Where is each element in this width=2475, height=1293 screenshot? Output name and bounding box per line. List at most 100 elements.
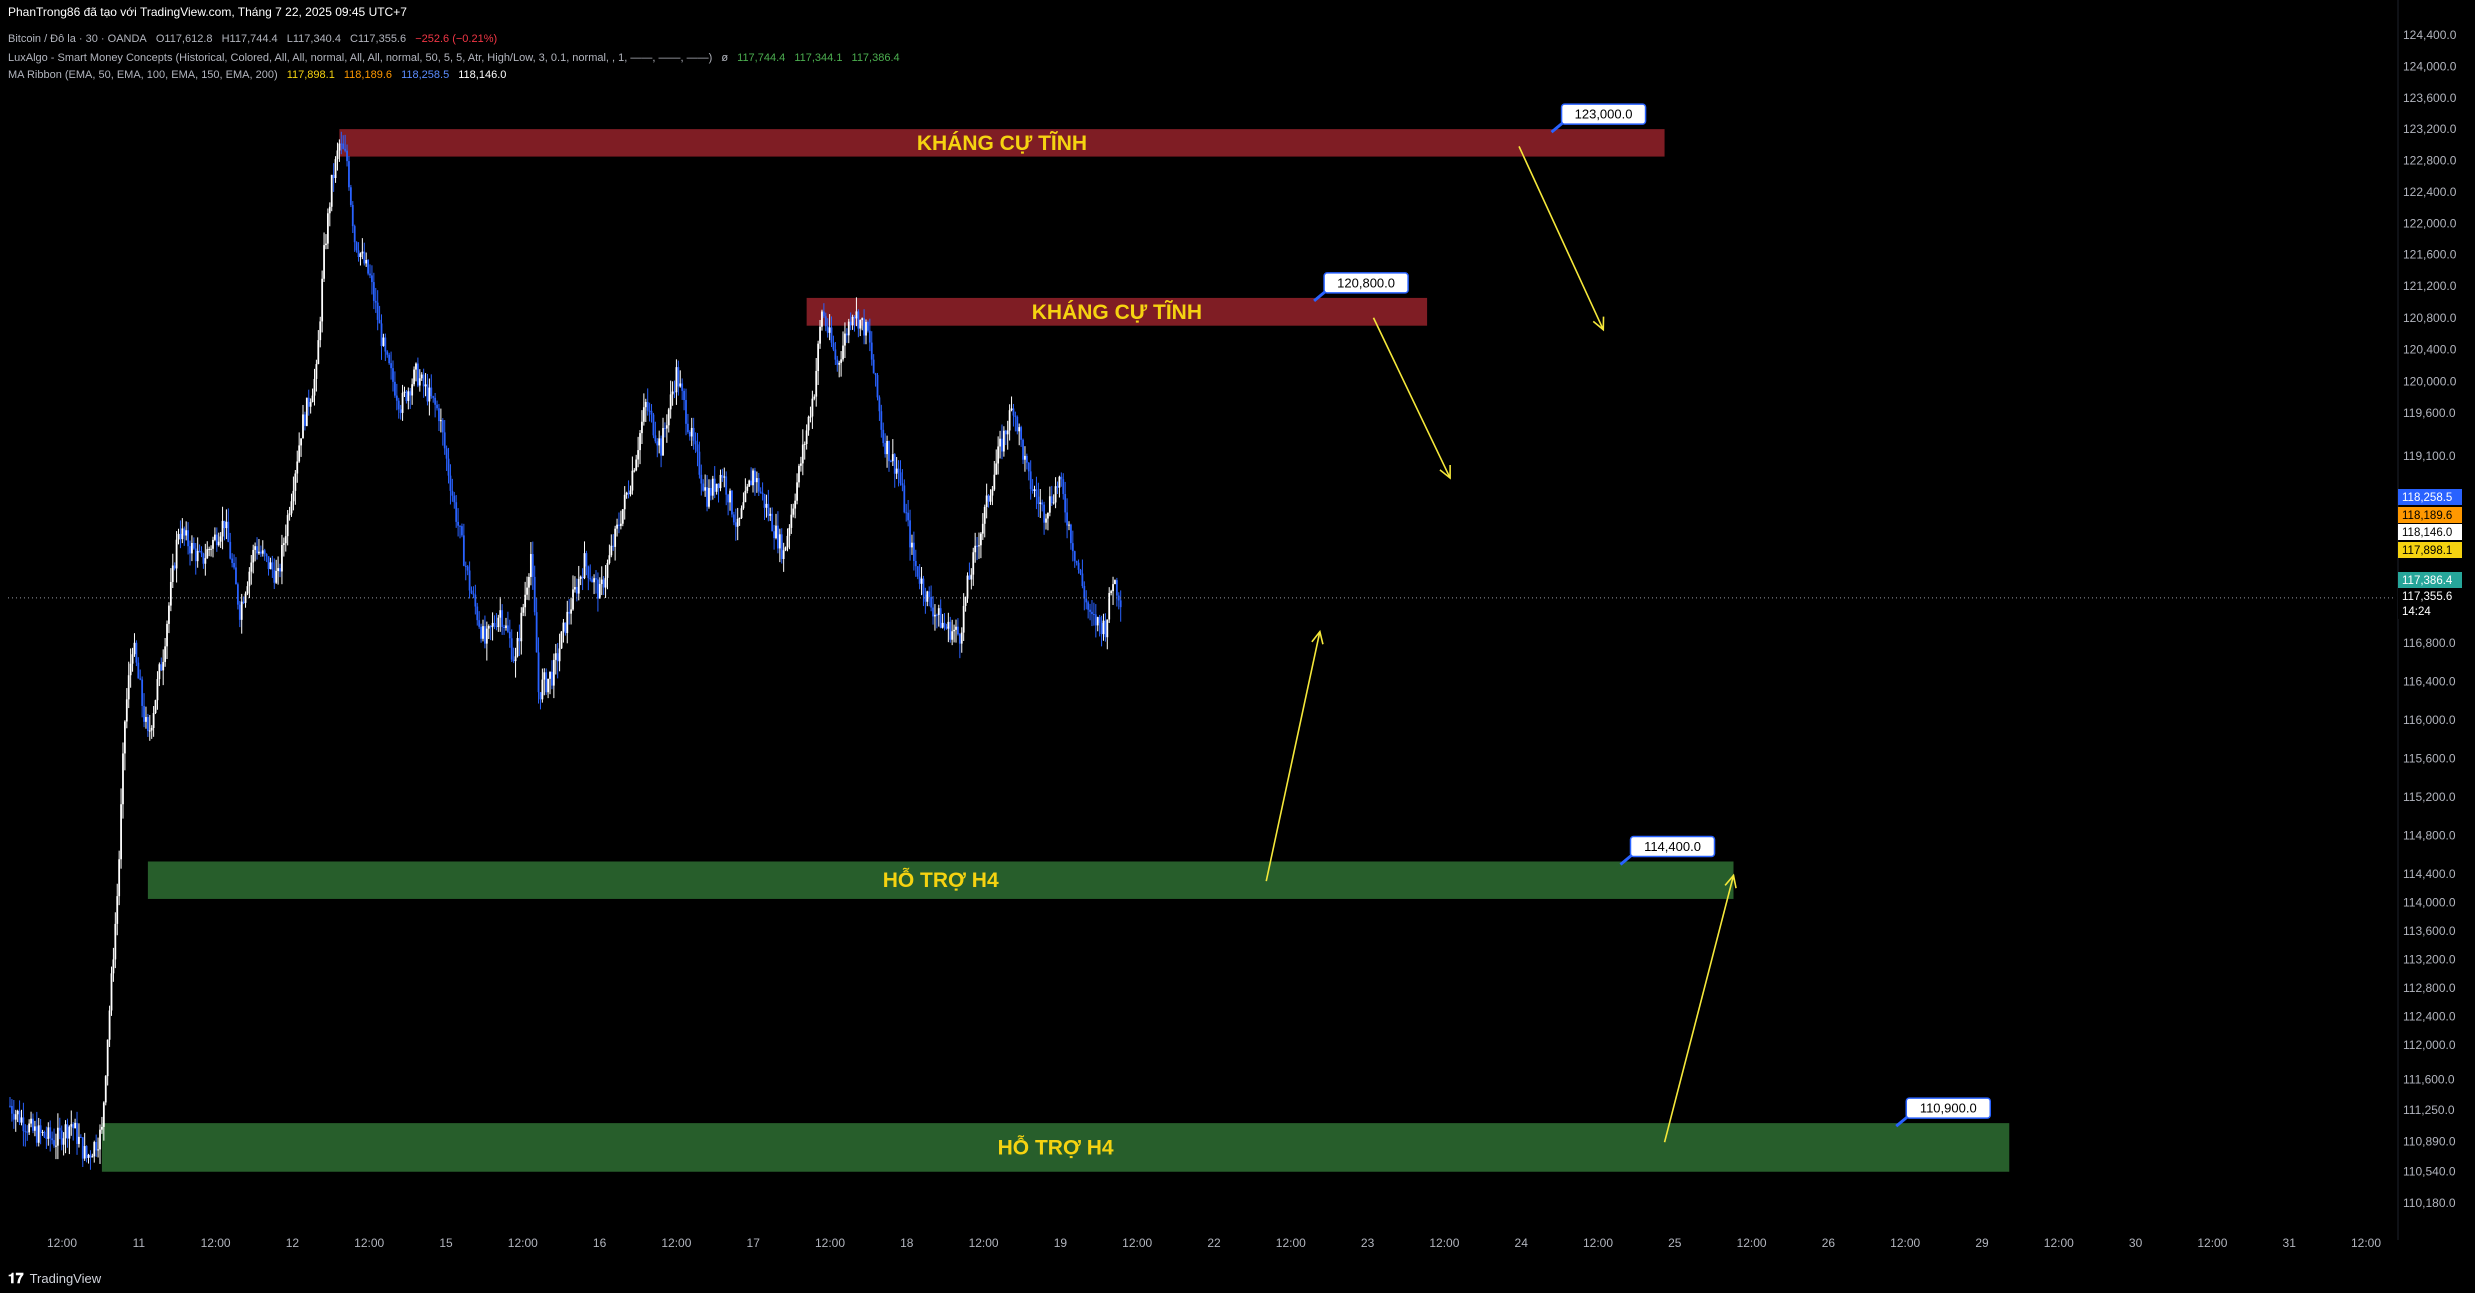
price-tags-layer: 123,000.0 120,800.0 114,400.0 110,900.0 [1313, 103, 1992, 1128]
candle-body [20, 1117, 23, 1123]
candle-body [591, 579, 594, 583]
time-tick: 25 [1668, 1236, 1682, 1250]
candle-body [353, 226, 356, 243]
candle-body [549, 671, 551, 679]
arrows-layer [1265, 146, 1737, 1143]
candle-body [614, 528, 617, 547]
candle-body [715, 483, 718, 492]
candle-body [572, 589, 574, 610]
time-tick: 12:00 [201, 1236, 231, 1250]
candle-body [995, 463, 998, 475]
candle-body [664, 428, 666, 430]
candle-body [574, 587, 576, 590]
candle-body [175, 539, 178, 569]
candle-body [585, 553, 588, 567]
candle-body [782, 550, 785, 560]
candle-body [1006, 430, 1009, 435]
candle-body [788, 527, 791, 536]
candle-body [334, 159, 337, 179]
candle-body [221, 520, 224, 537]
candle-body [618, 524, 620, 526]
candle-body [173, 565, 176, 569]
candle-body [43, 1131, 46, 1138]
candle-body [1056, 486, 1059, 488]
candle-body [323, 245, 325, 279]
candle-body [717, 483, 720, 489]
candle-body [478, 620, 481, 627]
price-chart[interactable]: KHÁNG CỰ TĨNH KHÁNG CỰ TĨNH HỖ TRỢ H4 HỖ TR… [0, 0, 2475, 1293]
candle-body [259, 551, 262, 554]
candle-body [997, 446, 1000, 464]
candle-body [922, 578, 925, 595]
candle-body [441, 420, 444, 433]
candle-body [679, 383, 682, 387]
candle-body [926, 591, 929, 602]
tradingview-brand[interactable]: 𝟏𝟕 TradingView [8, 1270, 101, 1287]
candle-body [68, 1126, 71, 1139]
candle-body [81, 1137, 84, 1159]
candle-body [635, 459, 638, 471]
candle-body [700, 474, 703, 484]
candle-body [449, 475, 452, 491]
candle-body [11, 1105, 13, 1114]
time-tick: 26 [1822, 1236, 1836, 1250]
candle-body [966, 575, 969, 597]
candle-body [564, 622, 567, 634]
candle-body [265, 554, 268, 557]
price-tick: 112,800.0 [2403, 981, 2456, 995]
candle-body [989, 495, 992, 502]
candle-body [1119, 600, 1122, 608]
candle-body [315, 364, 318, 379]
candle-body [983, 506, 986, 524]
candle-body [822, 311, 825, 317]
candle-body [826, 326, 829, 333]
candle-body [108, 1010, 111, 1040]
candle-body [786, 535, 789, 548]
candle-body [687, 423, 689, 432]
candle-body [648, 410, 651, 412]
candle-body [1110, 591, 1113, 593]
candle-body [267, 556, 270, 569]
candle-body [968, 575, 971, 580]
candle-body [256, 546, 258, 554]
candle-body [1060, 476, 1063, 480]
candle-body [1112, 584, 1114, 592]
time-tick: 30 [2129, 1236, 2143, 1250]
candle-body [206, 549, 209, 559]
candle-body [384, 337, 387, 352]
candle-body [1092, 613, 1095, 615]
candle-body [482, 626, 484, 639]
candle-body [535, 612, 538, 653]
candle-body [162, 661, 165, 671]
candle-body [246, 586, 249, 594]
candle-body [457, 521, 460, 526]
time-tick: 31 [2283, 1236, 2297, 1250]
candle-body [593, 578, 595, 583]
price-tick: 119,100.0 [2403, 449, 2456, 463]
candle-body [1014, 415, 1017, 417]
candle-body [514, 656, 517, 662]
candle-body [1096, 617, 1099, 626]
candle-body [169, 581, 172, 606]
price-tick: 113,200.0 [2403, 953, 2456, 967]
price-tick: 120,400.0 [2403, 343, 2457, 357]
candle-body [575, 587, 578, 594]
candle-body [570, 609, 572, 614]
candle-body [882, 429, 885, 444]
candle-body [33, 1126, 36, 1131]
candle-body [518, 638, 521, 642]
candle-body [798, 465, 800, 483]
candle-body [279, 568, 281, 572]
candle-body [164, 646, 167, 662]
zone-label: KHÁNG CỰ TĨNH [917, 132, 1087, 155]
candle-body [413, 369, 415, 385]
candle-body [489, 626, 492, 628]
candle-body [47, 1127, 50, 1139]
candle-body [1004, 430, 1007, 435]
candle-body [357, 250, 360, 258]
candle-body [909, 520, 911, 548]
candle-body [1008, 410, 1011, 431]
candle-body [288, 513, 291, 516]
candle-body [242, 601, 245, 603]
candle-body [853, 316, 856, 319]
